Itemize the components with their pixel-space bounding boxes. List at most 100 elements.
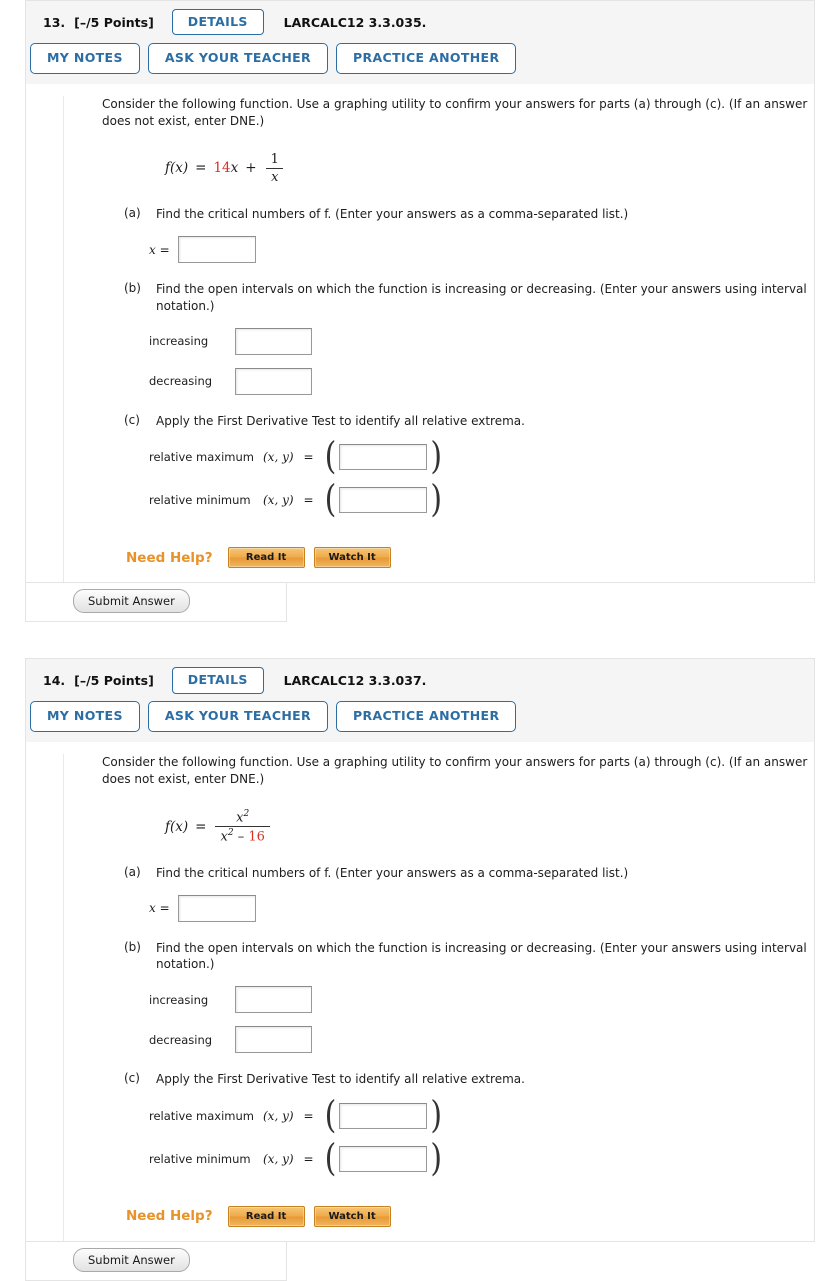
part-label: (a) [124, 864, 141, 879]
open-paren: ( [324, 1093, 337, 1138]
submit-area-14: Submit Answer [25, 1241, 287, 1281]
relative-maximum-input[interactable] [339, 444, 428, 471]
part-text: Apply the First Derivative Test to ident… [156, 1072, 525, 1087]
need-help-section-13: Need Help? Read It Watch It [102, 547, 814, 569]
denominator-constant: 16 [248, 829, 265, 845]
close-paren: ) [430, 1136, 443, 1181]
question-content-14: Consider the following function. Use a g… [63, 753, 814, 1241]
question-code: LARCALC12 3.3.037. [283, 672, 427, 688]
part-label: (a) [124, 206, 141, 221]
fraction-denominator: x [266, 167, 284, 185]
critical-numbers-input[interactable] [177, 236, 256, 264]
formula-equals: = [195, 818, 207, 835]
ask-your-teacher-button[interactable]: ASK YOUR TEACHER [147, 701, 329, 732]
critical-numbers-input[interactable] [177, 894, 256, 922]
relative-maximum-answer-row: relative maximum (x, y) = ( ) [102, 1097, 814, 1135]
question-code: LARCALC12 3.3.035. [283, 14, 427, 30]
relative-maximum-label: relative maximum [149, 1108, 254, 1123]
part-a-heading: (a) Find the critical numbers of f. (Ent… [102, 865, 814, 882]
formula-fraction: x2 x2 – 16 [215, 809, 270, 845]
part-a-heading: (a) Find the critical numbers of f. (Ent… [102, 206, 814, 223]
decreasing-label: decreasing [149, 374, 213, 389]
read-it-button[interactable]: Read It [227, 1205, 305, 1227]
close-paren: ) [430, 477, 443, 522]
formula-lhs: f(x) [165, 160, 189, 177]
question-content-13: Consider the following function. Use a g… [63, 95, 814, 583]
part-label: (b) [124, 939, 141, 954]
part-text: Find the open intervals on which the fun… [156, 940, 807, 972]
watch-it-button[interactable]: Watch It [313, 547, 391, 569]
question-prompt: Consider the following function. Use a g… [102, 754, 808, 787]
question-points: [–/5 Points] [74, 14, 154, 30]
open-paren: ( [324, 477, 337, 522]
function-formula-13: f(x) = 14 x + 1 x [165, 148, 814, 188]
part-text: Find the critical numbers of f. (Enter y… [156, 207, 629, 222]
fraction-numerator: x2 [231, 809, 254, 826]
decreasing-input[interactable] [235, 1026, 312, 1054]
equals-sign: = [303, 450, 314, 465]
x-equals-label: x = [149, 901, 170, 916]
formula-lhs: f(x) [165, 818, 189, 835]
submit-area-13: Submit Answer [25, 583, 287, 623]
my-notes-button[interactable]: MY NOTES [30, 43, 140, 74]
increasing-answer-row: increasing [102, 327, 814, 355]
x-equals-label: x = [149, 242, 170, 257]
part-c-heading: (c) Apply the First Derivative Test to i… [102, 1071, 814, 1088]
question-number: 14. [43, 672, 66, 688]
details-button[interactable]: DETAILS [171, 8, 264, 36]
coordinate-pair-label: (x, y) [263, 493, 294, 508]
critical-numbers-answer-row: x = [102, 894, 814, 922]
question-spacer [0, 622, 828, 658]
details-button[interactable]: DETAILS [171, 667, 264, 694]
question-header-13: 13. [–/5 Points] DETAILS LARCALC12 3.3.0… [25, 0, 815, 84]
denominator-minus: – [237, 829, 245, 845]
need-help-label: Need Help? [126, 1208, 213, 1225]
question-meta-row-14: 14. [–/5 Points] DETAILS LARCALC12 3.3.0… [26, 665, 814, 695]
increasing-input[interactable] [235, 986, 312, 1014]
submit-answer-button[interactable]: Submit Answer [73, 589, 190, 614]
critical-numbers-answer-row: x = [102, 236, 814, 264]
decreasing-label: decreasing [149, 1032, 213, 1047]
increasing-label: increasing [149, 992, 209, 1007]
part-b-heading: (b) Find the open intervals on which the… [102, 940, 814, 974]
read-it-button[interactable]: Read It [227, 547, 305, 569]
formula-fraction: 1 x [266, 152, 284, 185]
close-paren: ) [430, 1093, 443, 1138]
relative-minimum-input[interactable] [339, 1145, 428, 1172]
part-c-14: (c) Apply the First Derivative Test to i… [102, 1071, 814, 1178]
equals-sign: = [303, 493, 314, 508]
relative-minimum-label: relative minimum [149, 493, 251, 508]
relative-minimum-answer-row: relative minimum (x, y) = ( ) [102, 1140, 814, 1178]
question-block-13: 13. [–/5 Points] DETAILS LARCALC12 3.3.0… [25, 0, 815, 623]
increasing-answer-row: increasing [102, 986, 814, 1014]
fraction-numerator: 1 [270, 151, 279, 167]
relative-minimum-input[interactable] [339, 487, 428, 514]
need-help-label: Need Help? [126, 549, 213, 566]
ask-your-teacher-button[interactable]: ASK YOUR TEACHER [147, 43, 329, 74]
relative-maximum-input[interactable] [339, 1102, 428, 1129]
formula-equals: = [195, 160, 207, 177]
denominator-exponent: 2 [227, 828, 234, 839]
decreasing-answer-row: decreasing [102, 367, 814, 395]
coordinate-pair-label: (x, y) [263, 1108, 294, 1123]
part-a-13: (a) Find the critical numbers of f. (Ent… [102, 206, 814, 264]
relative-maximum-label: relative maximum [149, 450, 254, 465]
question-block-14: 14. [–/5 Points] DETAILS LARCALC12 3.3.0… [25, 658, 815, 1281]
decreasing-input[interactable] [235, 367, 312, 395]
relative-minimum-label: relative minimum [149, 1151, 251, 1166]
practice-another-button[interactable]: PRACTICE ANOTHER [336, 43, 517, 74]
question-body-13: Consider the following function. Use a g… [25, 83, 815, 584]
part-text: Apply the First Derivative Test to ident… [156, 413, 525, 428]
equals-sign: = [303, 1108, 314, 1123]
function-formula-14: f(x) = x2 x2 – 16 [165, 807, 814, 847]
part-b-13: (b) Find the open intervals on which the… [102, 281, 814, 395]
formula-plus: + [245, 160, 257, 177]
question-points: [–/5 Points] [74, 672, 154, 688]
my-notes-button[interactable]: MY NOTES [30, 701, 140, 732]
practice-another-button[interactable]: PRACTICE ANOTHER [336, 701, 517, 732]
submit-answer-button[interactable]: Submit Answer [73, 1247, 190, 1272]
watch-it-button[interactable]: Watch It [313, 1205, 391, 1227]
increasing-input[interactable] [235, 327, 312, 355]
open-paren: ( [324, 1136, 337, 1181]
formula-coefficient: 14 [213, 160, 231, 177]
